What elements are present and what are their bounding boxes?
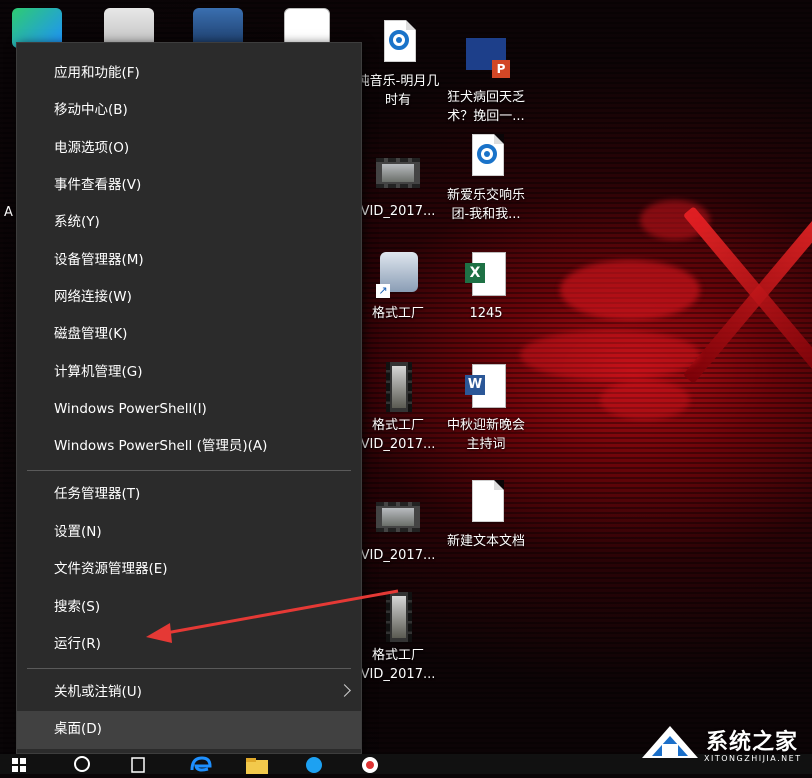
app-icon[interactable] [356, 754, 396, 774]
annotation-arrow-line [166, 591, 398, 633]
watermark: 系统之家 XITONGZHIJIA.NET [636, 718, 812, 774]
watermark-text: 系统之家 [706, 724, 798, 756]
search-circle-icon[interactable] [70, 754, 110, 774]
windows-start-icon[interactable] [8, 754, 48, 774]
task-view-icon[interactable] [124, 754, 164, 774]
watermark-subtext: XITONGZHIJIA.NET [704, 754, 802, 763]
chat-app-icon[interactable] [300, 754, 340, 774]
watermark-logo-icon [636, 718, 704, 774]
edge-browser-icon[interactable] [186, 754, 226, 774]
annotation-arrow-head [146, 623, 172, 643]
file-explorer-icon[interactable] [242, 754, 282, 774]
annotation-arrow [0, 0, 812, 774]
